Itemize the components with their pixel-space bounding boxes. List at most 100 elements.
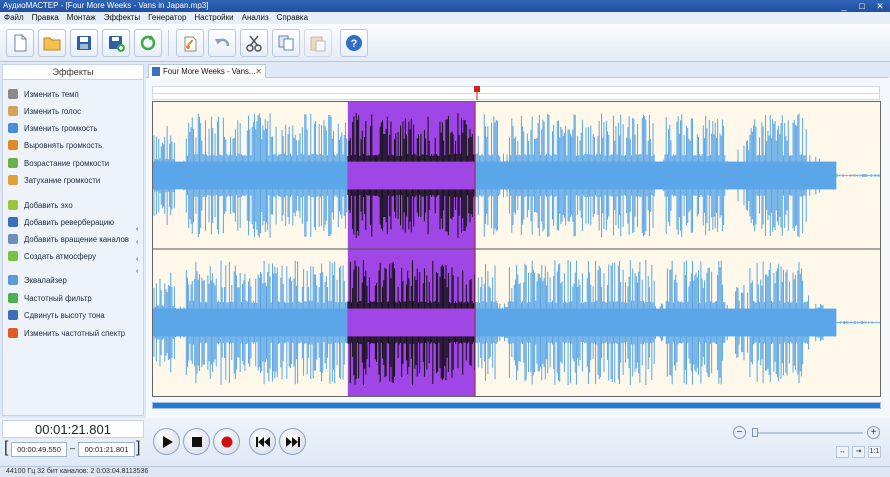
zoom-out-button[interactable]: − xyxy=(733,426,746,439)
waveform-core-band xyxy=(475,161,837,190)
effect-item[interactable]: Создать атмосферу xyxy=(8,250,96,263)
ruler-line xyxy=(153,93,879,94)
refresh-button[interactable] xyxy=(134,29,162,57)
undo-button[interactable] xyxy=(208,29,236,57)
effect-item[interactable]: Сдвинуть высоту тона xyxy=(8,309,105,322)
menu-edit[interactable]: Правка xyxy=(28,12,63,24)
equalizer-icon xyxy=(8,275,18,285)
selection-start-field[interactable]: 00:00:49.550 xyxy=(11,442,67,457)
metronome-icon xyxy=(8,89,18,99)
fast-forward-icon xyxy=(286,437,300,447)
zoom-in-button[interactable]: + xyxy=(867,426,880,439)
waveform-view[interactable] xyxy=(152,101,881,397)
effect-item[interactable]: Добавить реверберацию xyxy=(8,216,114,229)
waveform-core-band xyxy=(153,308,348,337)
help-button[interactable]: ? xyxy=(340,29,368,57)
effect-item[interactable]: Изменить громкость xyxy=(8,122,98,135)
collapse-arrow-icon[interactable]: ‹ xyxy=(136,226,138,233)
menu-analysis[interactable]: Анализ xyxy=(238,12,273,24)
maximize-button[interactable]: □ xyxy=(854,0,870,12)
effect-item[interactable]: Затухание громкости xyxy=(8,174,100,187)
audio-effect-button[interactable] xyxy=(176,29,204,57)
timeline-ruler[interactable] xyxy=(152,86,880,100)
status-bar: 44100 Гц 32 бит каналов: 2 0:03:04.81135… xyxy=(0,466,890,477)
pitch-icon xyxy=(8,310,18,320)
fast-forward-button[interactable] xyxy=(279,428,306,455)
scissors-icon xyxy=(246,35,262,52)
effect-item[interactable]: Изменить темп xyxy=(8,88,79,101)
rewind-icon xyxy=(256,437,270,447)
effect-item[interactable]: Возрастание громкости xyxy=(8,157,109,170)
playhead-marker-icon[interactable] xyxy=(474,86,480,100)
horizontal-scrollbar[interactable] xyxy=(152,402,881,409)
effect-item-label: Эквалайзер xyxy=(24,276,67,285)
echo-icon xyxy=(8,200,18,210)
title-bar: АудиоМАСТЕР - [Four More Weeks - Vans in… xyxy=(0,0,890,12)
channel-rotation-icon xyxy=(8,234,18,244)
voice-icon xyxy=(8,106,18,116)
window-title: АудиоМАСТЕР - [Four More Weeks - Vans in… xyxy=(3,1,209,10)
folder-icon xyxy=(43,37,61,51)
fade-out-icon xyxy=(8,175,18,185)
effect-item-label: Возрастание громкости xyxy=(24,159,110,168)
filter-icon xyxy=(8,293,18,303)
effect-item[interactable]: Частотный фильтр xyxy=(8,292,92,305)
menu-montage[interactable]: Монтаж xyxy=(63,12,100,24)
effect-item[interactable]: Добавить эхо xyxy=(8,199,73,212)
fit-width-button[interactable]: ↔ xyxy=(836,446,849,458)
bracket-right-icon: ] xyxy=(136,439,141,456)
effect-item[interactable]: Изменить частотный спектр xyxy=(8,327,125,340)
copy-icon xyxy=(278,35,294,51)
menu-file[interactable]: Файл xyxy=(0,12,28,24)
equalize-volume-icon xyxy=(8,140,18,150)
new-file-button[interactable] xyxy=(6,29,34,57)
stop-button[interactable] xyxy=(183,428,210,455)
menu-generator[interactable]: Генератор xyxy=(144,12,190,24)
reverb-icon xyxy=(8,217,18,227)
waveform-core-band xyxy=(475,308,837,337)
menu-bar: Файл Правка Монтаж Эффекты Генератор Настройк… xyxy=(0,12,890,24)
selection-separator: – xyxy=(70,443,76,453)
fade-in-icon xyxy=(8,158,18,168)
tab-close-icon[interactable]: ✕ xyxy=(255,65,262,78)
save-as-button[interactable] xyxy=(102,29,130,57)
effect-item[interactable]: Изменить голос xyxy=(8,105,81,118)
collapse-arrow-icon[interactable]: ‹ xyxy=(136,268,138,275)
save-button[interactable] xyxy=(70,29,98,57)
collapse-arrow-icon[interactable]: ‹ xyxy=(136,256,138,263)
toolbar: ? xyxy=(0,24,890,62)
record-icon xyxy=(221,436,233,448)
tab-label: Four More Weeks - Vans... xyxy=(163,67,256,76)
collapse-arrow-icon[interactable]: ‹ xyxy=(136,239,138,246)
record-button[interactable] xyxy=(213,428,240,455)
menu-settings[interactable]: Настройки xyxy=(190,12,237,24)
waveform-core-band xyxy=(153,161,348,190)
minimize-button[interactable]: _ xyxy=(836,0,852,12)
save-icon xyxy=(77,36,91,50)
save-as-icon xyxy=(109,36,125,52)
effect-item[interactable]: Добавить вращение каналов xyxy=(8,233,129,246)
zoom-slider-thumb[interactable] xyxy=(752,428,758,437)
effect-item[interactable]: Выровнять громкость xyxy=(8,139,102,152)
zoom-reset-button[interactable]: 1:1 xyxy=(868,446,881,458)
close-button[interactable]: ✕ xyxy=(872,0,888,12)
paste-button[interactable] xyxy=(304,29,332,57)
svg-text:?: ? xyxy=(351,38,358,50)
tab-file[interactable]: Four More Weeks - Vans... ✕ xyxy=(148,64,266,78)
selection-center-band xyxy=(347,161,476,190)
effect-item-label: Создать атмосферу xyxy=(24,252,97,261)
paste-icon xyxy=(310,36,326,52)
current-time-display: 00:01:21.801 xyxy=(2,420,144,438)
fit-selection-button[interactable]: ⇥ xyxy=(852,446,865,458)
play-button[interactable] xyxy=(153,428,180,455)
play-icon xyxy=(163,436,173,448)
cut-button[interactable] xyxy=(240,29,268,57)
rewind-button[interactable] xyxy=(249,428,276,455)
menu-effects[interactable]: Эффекты xyxy=(100,12,144,24)
menu-help[interactable]: Справка xyxy=(273,12,312,24)
effect-item[interactable]: Эквалайзер xyxy=(8,274,67,287)
zoom-slider-track[interactable] xyxy=(757,432,863,434)
open-button[interactable] xyxy=(38,29,66,57)
copy-button[interactable] xyxy=(272,29,300,57)
selection-end-field[interactable]: 00:01:21.801 xyxy=(78,442,135,457)
